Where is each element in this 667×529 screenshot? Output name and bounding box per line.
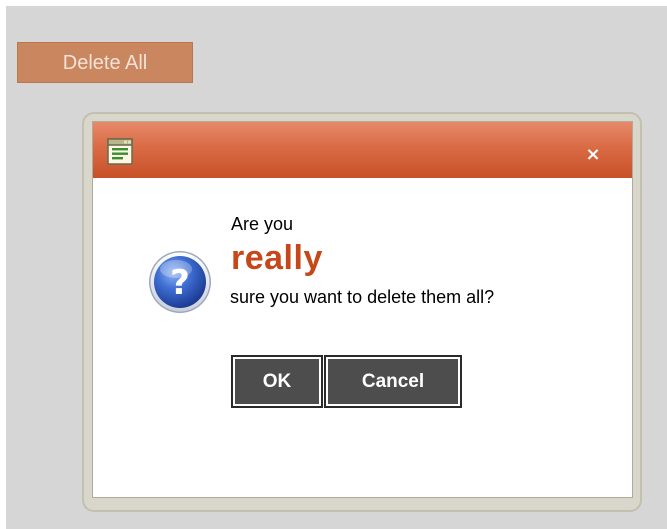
ok-button[interactable]: OK [231,355,323,408]
question-icon: ? [149,251,211,313]
cancel-button-label: Cancel [328,359,458,404]
confirm-dialog: × ? Are you really sure you want to dele… [92,121,633,498]
ok-button-label: OK [235,359,319,404]
close-button[interactable]: × [584,146,602,164]
delete-all-button[interactable]: Delete All [17,42,193,83]
message-line-1: Are you [231,214,294,234]
dialog-titlebar[interactable]: × [93,122,632,178]
svg-text:?: ? [170,263,190,303]
cancel-button[interactable]: Cancel [324,355,462,408]
message-emphasis: really [231,239,323,277]
window-document-icon [107,138,133,165]
message-line-2: sure you want to delete them all? [230,287,495,307]
